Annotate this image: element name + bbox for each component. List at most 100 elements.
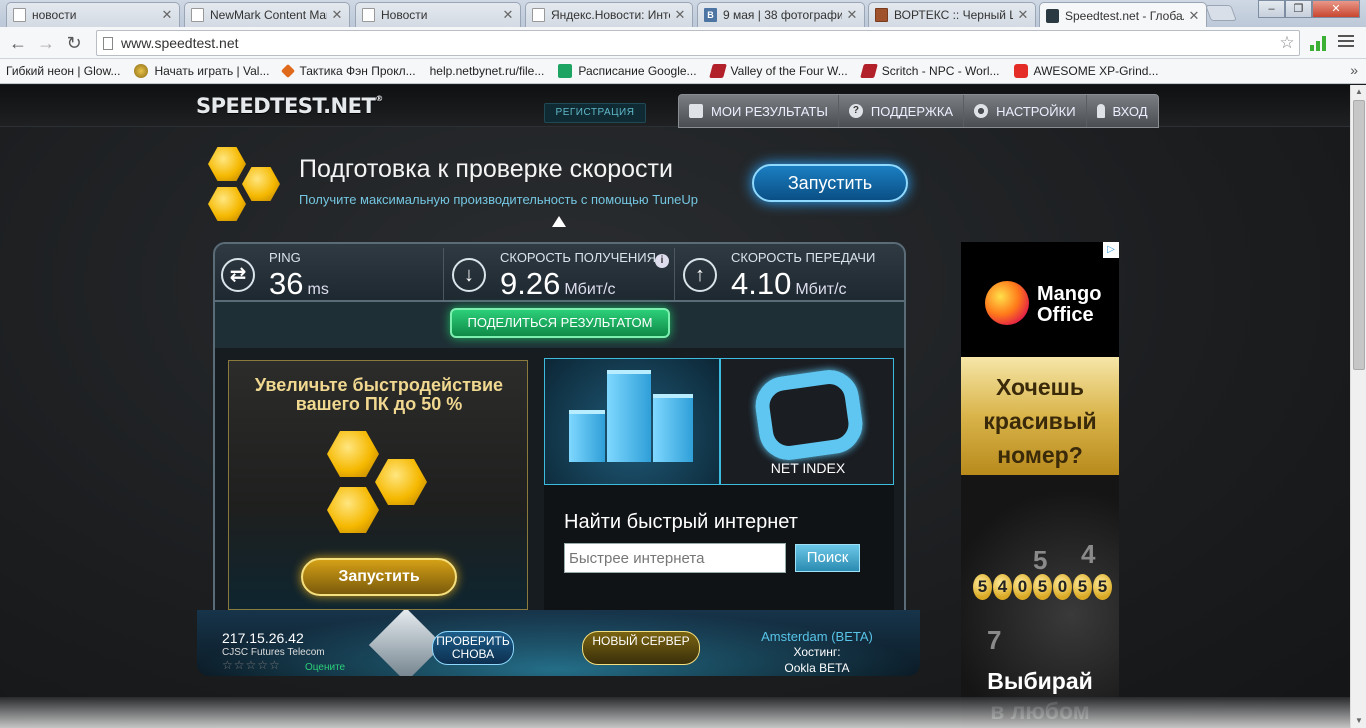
close-icon[interactable]: ✕ <box>1188 8 1200 24</box>
info-icon[interactable]: i <box>655 254 669 268</box>
find-input[interactable] <box>564 543 786 573</box>
promo-subtitle[interactable]: Получите максимальную производительность… <box>299 192 698 207</box>
wowhead-icon <box>859 64 878 78</box>
spreadsheet-icon <box>558 64 573 78</box>
bookmark-label: AWESOME XP-Grind... <box>1033 64 1159 78</box>
nav-login[interactable]: ВХОД <box>1087 95 1158 127</box>
share-row: ПОДЕЛИТЬСЯ РЕЗУЛЬТАТОМ <box>213 302 906 348</box>
upload-label: СКОРОСТЬ ПЕРЕДАЧИ <box>731 250 876 265</box>
close-icon[interactable]: ✕ <box>502 7 514 23</box>
ad-choices-icon[interactable]: ▷ <box>1103 242 1119 258</box>
bookmark-star-icon[interactable]: ☆ <box>1275 33 1299 53</box>
browser-tab[interactable]: ВОРТЕКС :: Черный Ш ✕ <box>868 2 1036 27</box>
tab-title: NewMark Content Mar <box>210 8 327 22</box>
download-arrow-icon: ↓ <box>452 258 486 292</box>
bookmark-item[interactable]: help.netbynet.ru/file... <box>0 64 545 158</box>
close-icon[interactable]: ✕ <box>674 7 686 23</box>
find-button[interactable]: Поиск <box>795 544 860 572</box>
ping-value: 36 ms <box>269 266 329 301</box>
new-tab-button[interactable] <box>1205 5 1237 21</box>
vk-icon: B <box>704 8 717 22</box>
ping-label: PING <box>269 250 301 265</box>
nav-my-results[interactable]: МОИ РЕЗУЛЬТАТЫ <box>679 95 839 127</box>
rating-stars[interactable]: ☆☆☆☆☆ <box>222 658 281 672</box>
pc-boost-ad: Увеличьте быстродействие вашего ПК до 50… <box>228 360 528 610</box>
nav-settings[interactable]: НАСТРОЙКИ <box>964 95 1087 127</box>
browser-tab[interactable]: Новости ✕ <box>355 2 521 27</box>
close-icon[interactable]: ✕ <box>331 7 343 23</box>
netindex-chart-tile[interactable] <box>544 358 720 485</box>
server-location[interactable]: Amsterdam (BETA) <box>757 629 877 644</box>
dial-digit: 5 <box>1033 545 1048 575</box>
close-icon[interactable]: ✕ <box>846 7 858 23</box>
top-nav: МОИ РЕЗУЛЬТАТЫ ? ПОДДЕРЖКА НАСТРОЙКИ ВХОД <box>678 94 1159 128</box>
side-ad[interactable]: ▷ Mango Office Хочешь красивый номер? 5 … <box>961 242 1119 728</box>
bookmark-item[interactable]: Scritch - NPC - Worl... <box>859 64 1000 78</box>
person-icon <box>1096 104 1105 118</box>
tab-title: Яндекс.Новости: Инте <box>551 8 670 22</box>
register-button[interactable]: РЕГИСТРАЦИЯ <box>544 103 646 123</box>
browser-tab[interactable]: NewMark Content Mar ✕ <box>184 2 350 27</box>
minimize-button[interactable]: – <box>1258 0 1285 18</box>
close-window-button[interactable]: ✕ <box>1312 0 1360 18</box>
pc-boost-title: Увеличьте быстродействие вашего ПК до 50… <box>254 375 504 414</box>
bookmark-item[interactable]: AWESOME XP-Grind... <box>1013 64 1159 78</box>
bookmark-item[interactable]: Тактика Фэн Прокл... <box>281 63 416 79</box>
nav-label: ПОДДЕРЖКА <box>870 103 954 119</box>
bookmark-item[interactable]: Гибкий неон | Glow... <box>0 64 121 158</box>
bookmark-label: Гибкий неон | Glow... <box>6 64 121 78</box>
url-input[interactable] <box>121 35 1275 51</box>
reload-icon[interactable]: ↻ <box>64 33 84 53</box>
chevron-right-icon[interactable]: » <box>1350 62 1358 78</box>
bookmark-label: Тактика Фэн Прокл... <box>299 64 416 78</box>
bookmark-label: Valley of the Four W... <box>730 64 848 78</box>
share-result-button[interactable]: ПОДЕЛИТЬСЯ РЕЗУЛЬТАТОМ <box>450 308 670 338</box>
bar-chart-icon <box>607 370 651 462</box>
download-label: СКОРОСТЬ ПОЛУЧЕНИЯ <box>500 250 657 265</box>
bar-chart-icon <box>653 394 693 462</box>
browser-tab[interactable]: B 9 мая | 38 фотографий ✕ <box>697 2 865 27</box>
find-internet-panel: Найти быстрый интернет Поиск <box>544 485 894 610</box>
retest-button[interactable]: ПРОВЕРИТЬ СНОВА <box>432 631 514 665</box>
signal-bars-icon[interactable] <box>1310 35 1326 51</box>
gear-icon <box>974 104 989 118</box>
menu-icon[interactable] <box>1338 35 1354 49</box>
bookmarks-bar: Гибкий неон | Glow... Начать играть | Va… <box>0 59 1366 158</box>
promo-run-button[interactable]: Запустить <box>752 164 908 202</box>
restore-button[interactable]: ❐ <box>1285 0 1312 18</box>
bar-chart-icon <box>569 410 605 462</box>
scroll-up-icon[interactable]: ▲ <box>1351 85 1366 99</box>
page-scrollbar[interactable]: ▲ ▼ <box>1350 85 1366 728</box>
scroll-down-icon[interactable]: ▼ <box>1351 714 1366 728</box>
back-arrow-icon[interactable]: ← <box>8 33 28 53</box>
netindex-tile[interactable]: NET INDEX <box>720 358 894 485</box>
bookmark-item[interactable]: Начать играть | Val... <box>134 64 269 78</box>
mango-logo-icon <box>985 281 1029 325</box>
nav-support[interactable]: ? ПОДДЕРЖКА <box>839 95 965 127</box>
address-bar[interactable]: ☆ <box>96 30 1300 56</box>
close-icon[interactable]: ✕ <box>1017 7 1029 23</box>
download-value: 9.26 Мбит/с <box>500 266 616 301</box>
bookmark-item[interactable]: Valley of the Four W... <box>708 64 848 78</box>
divider <box>443 248 444 300</box>
close-icon[interactable]: ✕ <box>161 7 173 23</box>
ad-headline: Хочешь красивый номер? <box>983 374 1097 468</box>
ad-top: ▷ Mango Office <box>961 242 1119 357</box>
bookmark-label: help.netbynet.ru/file... <box>429 64 545 78</box>
site-logo[interactable]: SPEEDTEST.NET® <box>196 94 383 118</box>
browser-tab[interactable]: Яндекс.Новости: Инте ✕ <box>525 2 693 27</box>
main-panel: Увеличьте быстродействие вашего ПК до 50… <box>213 348 906 610</box>
ip-address: 217.15.26.42 <box>222 630 304 646</box>
rate-link[interactable]: Оцените <box>305 662 345 673</box>
new-server-button[interactable]: НОВЫЙ СЕРВЕР <box>582 631 700 665</box>
scrollbar-thumb[interactable] <box>1353 100 1365 370</box>
browser-tab-active[interactable]: Speedtest.net - Глобал ✕ <box>1039 2 1207 28</box>
netindex-label: NET INDEX <box>770 460 846 476</box>
browser-tab[interactable]: новости ✕ <box>6 2 180 27</box>
pc-boost-run-button[interactable]: Запустить <box>301 558 457 596</box>
forward-arrow-icon[interactable]: → <box>36 33 56 53</box>
tab-title: ВОРТЕКС :: Черный Ш <box>894 8 1013 22</box>
bookmark-label: Расписание Google... <box>578 64 697 78</box>
fan-icon <box>281 63 296 79</box>
bookmark-item[interactable]: Расписание Google... <box>558 64 697 78</box>
